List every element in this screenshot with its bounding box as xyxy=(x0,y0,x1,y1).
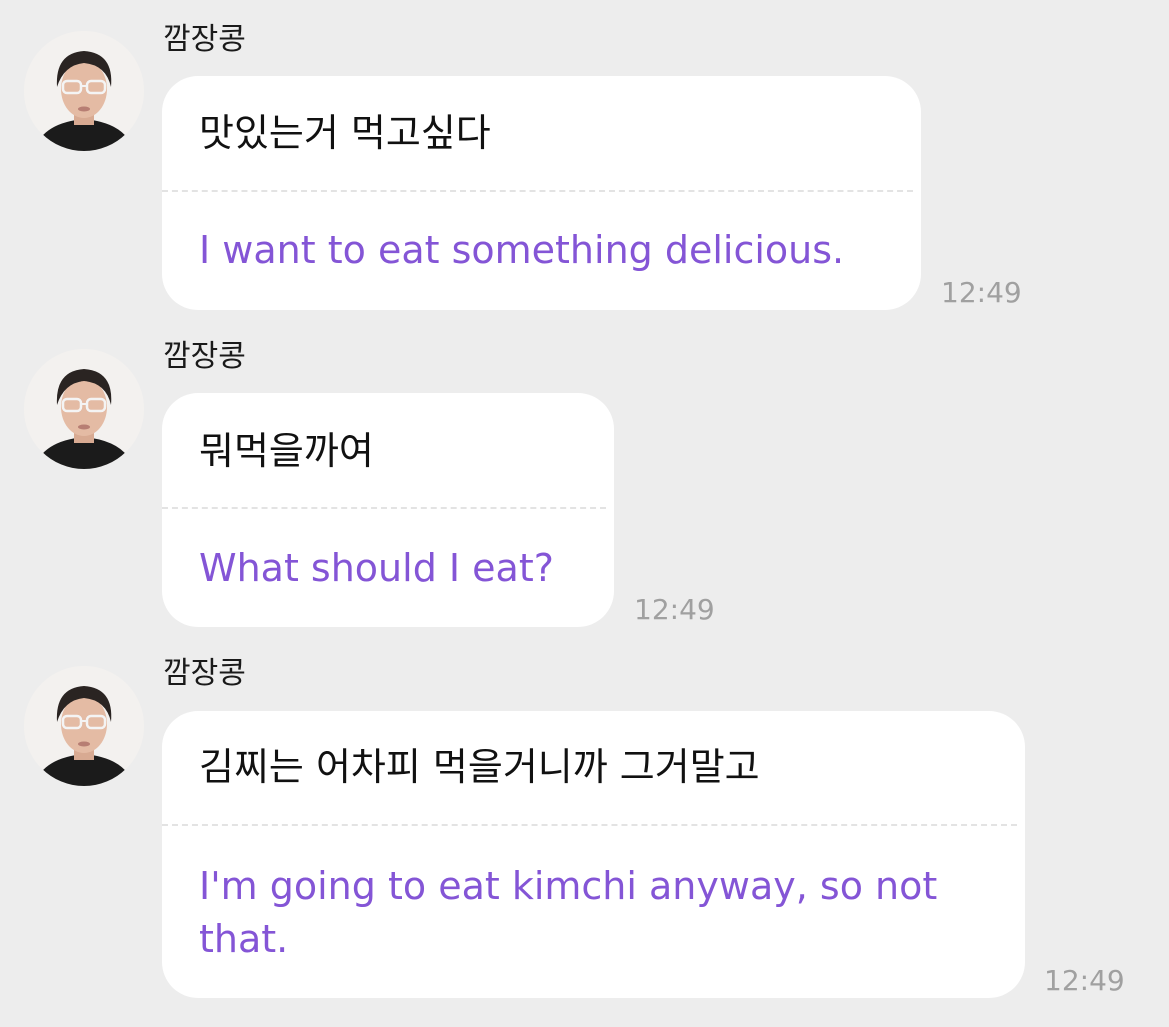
message-timestamp: 12:49 xyxy=(1044,964,1125,997)
message-bubble[interactable]: 김찌는 어차피 먹을거니까 그거말고 I'm going to eat kimc… xyxy=(162,711,1025,998)
translation-divider xyxy=(162,507,606,509)
message-original-text: 뭐먹을까여 xyxy=(199,429,374,473)
avatar[interactable] xyxy=(24,349,144,469)
avatar[interactable] xyxy=(24,666,144,786)
sender-name: 깜장콩 xyxy=(163,339,246,374)
message-original-text: 김찌는 어차피 먹을거니까 그거말고 xyxy=(199,745,760,789)
message-original-text: 맛있는거 먹고싶다 xyxy=(199,111,491,155)
sender-name: 깜장콩 xyxy=(163,22,246,57)
translation-divider xyxy=(162,190,913,192)
message-timestamp: 12:49 xyxy=(634,593,715,626)
message-timestamp: 12:49 xyxy=(941,276,1022,309)
translation-divider xyxy=(162,824,1017,826)
message-translation-text: I'm going to eat kimchi anyway, so not t… xyxy=(199,864,938,961)
sender-name: 깜장콩 xyxy=(163,656,246,691)
message-translation-text: I want to eat something delicious. xyxy=(199,228,845,272)
avatar[interactable] xyxy=(24,31,144,151)
message-translation-text: What should I eat? xyxy=(199,546,554,590)
message-bubble[interactable]: 맛있는거 먹고싶다 I want to eat something delici… xyxy=(162,76,921,310)
message-bubble[interactable]: 뭐먹을까여 What should I eat? xyxy=(162,393,614,627)
